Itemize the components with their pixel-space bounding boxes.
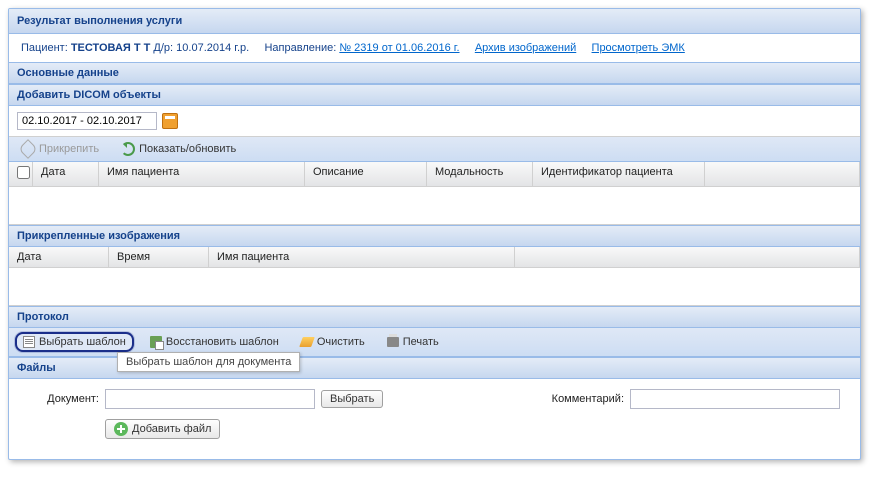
choose-template-label: Выбрать шаблон (39, 336, 126, 348)
calendar-icon[interactable] (162, 113, 178, 129)
choose-file-button[interactable]: Выбрать (321, 390, 383, 408)
date-range-input[interactable] (17, 112, 157, 130)
section-add-dicom: Добавить DICOM объекты (9, 84, 860, 106)
col-description[interactable]: Описание (305, 162, 427, 186)
dicom-grid-header: Дата Имя пациента Описание Модальность И… (9, 162, 860, 187)
choose-template-button[interactable]: Выбрать шаблон (15, 332, 134, 352)
attach-label: Прикрепить (39, 143, 99, 155)
add-file-label: Добавить файл (132, 423, 211, 435)
dicom-grid-body (9, 187, 860, 225)
col2-date[interactable]: Дата (9, 247, 109, 267)
attached-grid-header: Дата Время Имя пациента (9, 247, 860, 268)
col2-time[interactable]: Время (109, 247, 209, 267)
restore-icon (150, 336, 162, 348)
col-date[interactable]: Дата (33, 162, 99, 186)
date-range-row (9, 106, 860, 137)
add-file-button[interactable]: Добавить файл (105, 419, 220, 439)
dicom-toolbar: Прикрепить Показать/обновить (9, 137, 860, 162)
col2-patient-name[interactable]: Имя пациента (209, 247, 515, 267)
dob-suffix: г.р. (234, 42, 249, 54)
file-form-row: Документ: Выбрать Комментарий: (29, 389, 840, 409)
print-label: Печать (403, 336, 439, 348)
section-attached-images: Прикрепленные изображения (9, 225, 860, 247)
col-patient-id[interactable]: Идентификатор пациента (533, 162, 705, 186)
col-patient-name[interactable]: Имя пациента (99, 162, 305, 186)
protocol-toolbar: Выбрать шаблон Восстановить шаблон Очист… (9, 328, 860, 357)
print-button[interactable]: Печать (381, 334, 445, 350)
checkbox-header[interactable] (9, 162, 33, 186)
refresh-button[interactable]: Показать/обновить (115, 140, 242, 158)
service-result-window: Результат выполнения услуги Пациент: ТЕС… (8, 8, 861, 460)
patient-label: Пациент: (21, 42, 68, 54)
emk-link[interactable]: Просмотреть ЭМК (592, 42, 685, 54)
tooltip: Выбрать шаблон для документа (117, 352, 300, 372)
col2-empty (515, 247, 860, 267)
col-modality[interactable]: Модальность (427, 162, 533, 186)
clear-label: Очистить (317, 336, 365, 348)
section-protocol: Протокол (9, 306, 860, 328)
direction-link[interactable]: № 2319 от 01.06.2016 г. (339, 42, 459, 54)
restore-template-button[interactable]: Восстановить шаблон (144, 334, 285, 350)
printer-icon (387, 337, 399, 347)
paperclip-icon (18, 139, 38, 159)
dob-value: 10.07.2014 (176, 42, 231, 54)
patient-info-row: Пациент: ТЕСТОВАЯ Т Т Д/р: 10.07.2014 г.… (9, 34, 860, 62)
refresh-icon (121, 142, 135, 156)
document-label: Документ: (29, 393, 99, 405)
broom-icon (299, 337, 315, 347)
files-area: Документ: Выбрать Комментарий: Добавить … (9, 379, 860, 459)
patient-name: ТЕСТОВАЯ Т Т (71, 42, 151, 54)
document-input[interactable] (105, 389, 315, 409)
refresh-label: Показать/обновить (139, 143, 236, 155)
plus-icon (114, 422, 128, 436)
clear-button[interactable]: Очистить (295, 334, 371, 350)
col-empty (705, 162, 860, 186)
attached-grid-body (9, 268, 860, 306)
select-all-checkbox[interactable] (17, 166, 30, 179)
comment-label: Комментарий: (552, 393, 624, 405)
restore-template-label: Восстановить шаблон (166, 336, 279, 348)
archive-link[interactable]: Архив изображений (475, 42, 576, 54)
comment-input[interactable] (630, 389, 840, 409)
section-main-data: Основные данные (9, 62, 860, 84)
add-file-row: Добавить файл (29, 419, 840, 439)
direction-label: Направление: (264, 42, 336, 54)
template-icon (23, 336, 35, 348)
attach-button: Прикрепить (15, 140, 105, 158)
dob-label: Д/р: (153, 42, 173, 54)
window-title: Результат выполнения услуги (9, 9, 860, 34)
